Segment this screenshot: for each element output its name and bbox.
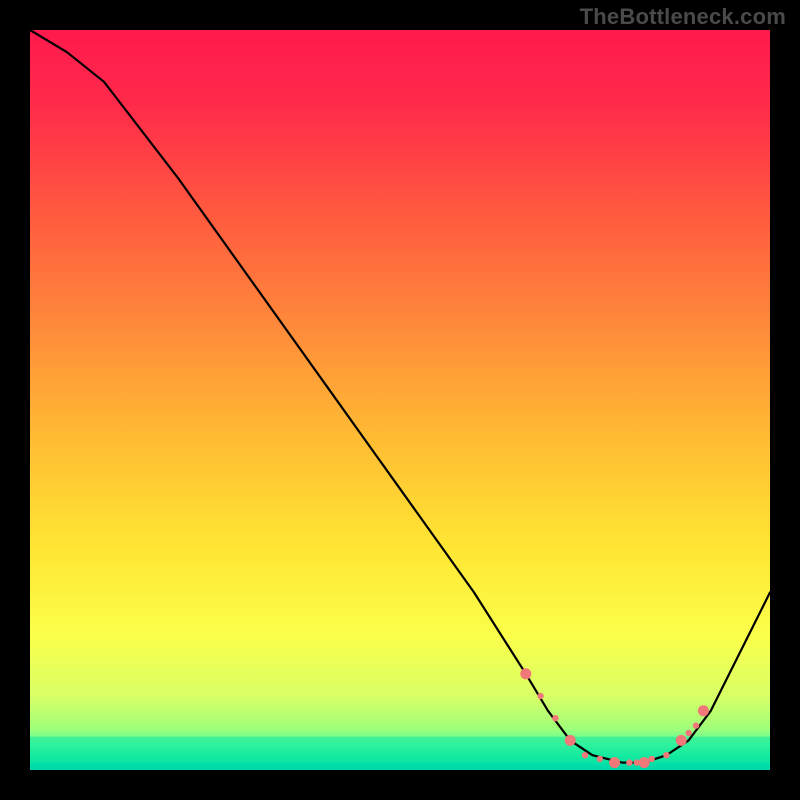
chart-container: TheBottleneck.com [0,0,800,800]
marker-dot [520,668,531,679]
marker-dot [552,715,558,721]
marker-dot [537,693,543,699]
marker-dot [698,705,709,716]
marker-dot [639,757,650,768]
chart-svg [0,0,800,800]
marker-dot [648,756,654,762]
marker-dot [663,752,669,758]
marker-dot [609,757,620,768]
marker-dot [693,722,699,728]
plot-area [30,30,770,770]
marker-dot [597,756,603,762]
marker-dot [582,752,588,758]
marker-dot [685,730,691,736]
marker-dot [676,735,687,746]
marker-dot [626,759,632,765]
marker-dot [565,735,576,746]
watermark-text: TheBottleneck.com [580,4,786,30]
